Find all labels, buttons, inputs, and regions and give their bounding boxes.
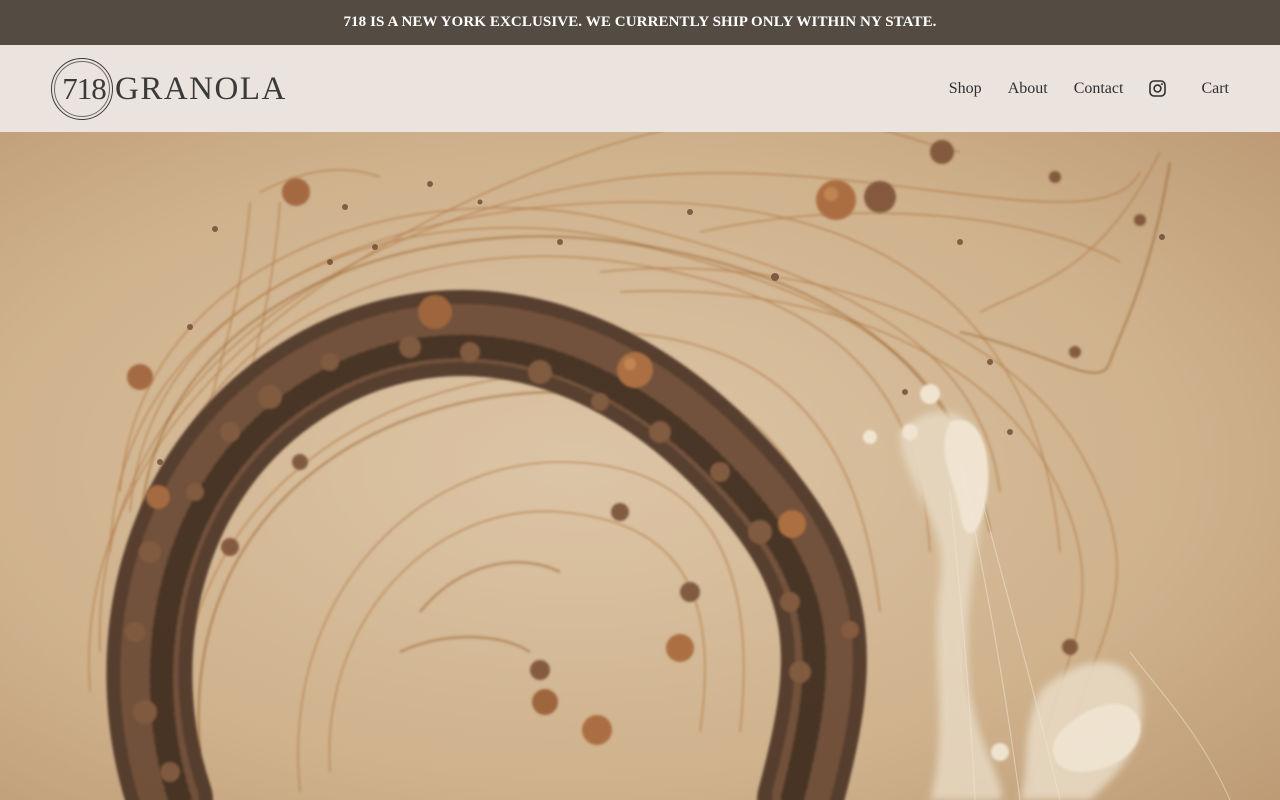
site-logo[interactable]: 718 GRANOLA xyxy=(51,58,287,120)
logo-badge: 718 xyxy=(51,58,113,120)
announcement-bar: 718 IS A NEW YORK EXCLUSIVE. WE CURRENTL… xyxy=(0,0,1280,45)
hero-image xyxy=(0,132,1280,800)
nav-shop-link[interactable]: Shop xyxy=(949,80,982,98)
instagram-icon[interactable] xyxy=(1149,80,1167,97)
nav-cart-link[interactable]: Cart xyxy=(1201,80,1229,98)
nav-contact-link[interactable]: Contact xyxy=(1074,80,1124,98)
site-header: 718 GRANOLA Shop About Contact Cart xyxy=(0,45,1280,132)
granola-swirl-artwork xyxy=(0,132,1280,800)
main-nav: Shop About Contact Cart xyxy=(949,45,1229,132)
logo-number: 718 xyxy=(62,71,106,106)
nav-about-link[interactable]: About xyxy=(1008,80,1048,98)
announcement-text: 718 IS A NEW YORK EXCLUSIVE. WE CURRENTL… xyxy=(343,14,937,30)
logo-wordmark: GRANOLA xyxy=(115,71,287,107)
